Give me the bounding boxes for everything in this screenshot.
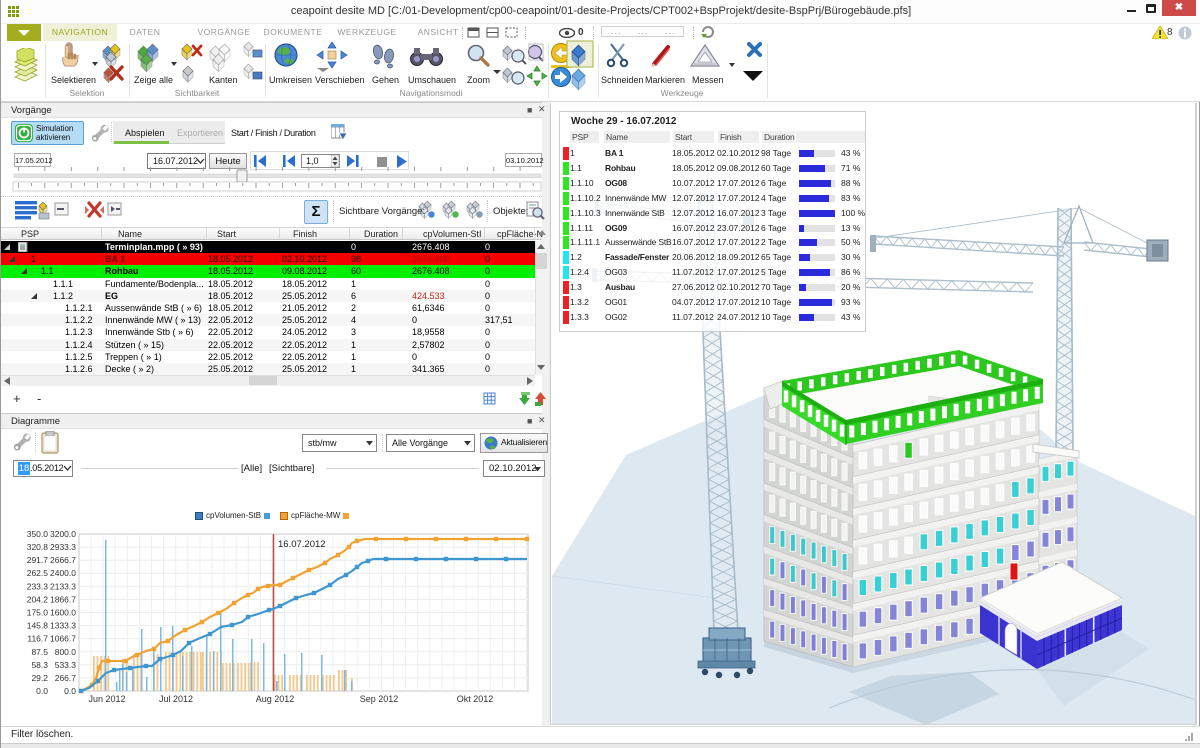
svg-text:145.8: 145.8: [27, 621, 49, 631]
svg-text:Jul 2012: Jul 2012: [159, 694, 193, 704]
svg-text:0.0: 0.0: [64, 686, 76, 696]
svg-text:1866.7: 1866.7: [50, 594, 76, 604]
svg-text:0.0: 0.0: [36, 686, 48, 696]
svg-text:Sep 2012: Sep 2012: [360, 694, 399, 704]
svg-text:116.7: 116.7: [27, 634, 48, 644]
svg-text:2133.3: 2133.3: [50, 581, 76, 591]
svg-text:266.7: 266.7: [55, 673, 77, 683]
svg-text:800.0: 800.0: [55, 647, 77, 657]
svg-text:Okt 2012: Okt 2012: [457, 694, 494, 704]
svg-text:1600.0: 1600.0: [50, 608, 76, 618]
svg-text:1333.3: 1333.3: [50, 621, 76, 631]
svg-text:29.2: 29.2: [31, 673, 48, 683]
svg-text:1066.7: 1066.7: [50, 634, 76, 644]
svg-text:320.8: 320.8: [27, 542, 49, 552]
svg-text:175.0: 175.0: [27, 608, 49, 618]
svg-text:204.2: 204.2: [27, 594, 49, 604]
svg-text:16.07.2012: 16.07.2012: [278, 539, 326, 550]
svg-text:Aug 2012: Aug 2012: [256, 694, 295, 704]
svg-text:2933.3: 2933.3: [50, 542, 76, 552]
svg-text:2400.0: 2400.0: [50, 568, 76, 578]
svg-text:3200.0: 3200.0: [50, 529, 76, 539]
svg-text:87.5: 87.5: [31, 647, 48, 657]
svg-text:291.7: 291.7: [27, 555, 49, 565]
svg-text:350.0: 350.0: [27, 529, 49, 539]
svg-text:533.3: 533.3: [55, 660, 77, 670]
svg-text:2666.7: 2666.7: [50, 555, 76, 565]
svg-text:262.5: 262.5: [27, 568, 49, 578]
svg-text:58.3: 58.3: [31, 660, 48, 670]
svg-text:Jun 2012: Jun 2012: [88, 694, 125, 704]
svg-text:233.3: 233.3: [27, 581, 49, 591]
